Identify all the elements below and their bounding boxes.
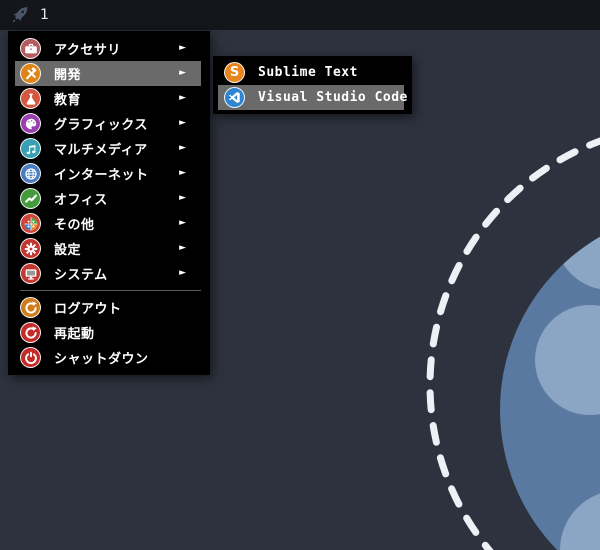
internet-icon xyxy=(20,163,41,184)
submenu-arrow-icon: ► xyxy=(179,68,186,78)
submenu-arrow-icon: ► xyxy=(179,93,186,103)
settings-icon xyxy=(20,238,41,259)
graphics-icon xyxy=(20,113,41,134)
education-icon xyxy=(20,88,41,109)
menu-item-development[interactable]: 開発 ► xyxy=(15,61,201,86)
submenu-arrow-icon: ► xyxy=(179,193,186,203)
top-bar: 1 xyxy=(0,0,600,30)
menu-item-label: アクセサリ xyxy=(54,43,121,58)
development-icon xyxy=(20,63,41,84)
applications-menu: アクセサリ ► 開発 ► 教育 ► グラフィックス ► マルチメディア ► イン… xyxy=(8,31,210,375)
submenu-item-label: Sublime Text xyxy=(258,65,358,80)
other-icon xyxy=(20,213,41,234)
menu-item-label: 開発 xyxy=(54,68,82,83)
submenu-arrow-icon: ► xyxy=(179,218,186,228)
submenu-arrow-icon: ► xyxy=(179,168,186,178)
menu-item-other[interactable]: その他 ► xyxy=(15,211,201,236)
multimedia-icon xyxy=(20,138,41,159)
menu-item-label: 再起動 xyxy=(54,327,95,342)
menu-item-label: その他 xyxy=(54,218,95,233)
submenu-arrow-icon: ► xyxy=(179,118,186,128)
submenu-arrow-icon: ► xyxy=(179,268,186,278)
menu-item-shutdown[interactable]: シャットダウン xyxy=(15,345,201,370)
submenu-arrow-icon: ► xyxy=(179,43,186,53)
menu-item-label: オフィス xyxy=(54,193,108,208)
logout-icon xyxy=(20,297,41,318)
menu-item-internet[interactable]: インターネット ► xyxy=(15,161,201,186)
system-icon xyxy=(20,263,41,284)
submenu-arrow-icon: ► xyxy=(179,143,186,153)
sublime-text-icon: S xyxy=(224,62,245,83)
menu-item-label: システム xyxy=(54,268,108,283)
menu-item-accessories[interactable]: アクセサリ ► xyxy=(15,36,201,61)
menu-item-label: グラフィックス xyxy=(54,118,148,133)
menu-item-graphics[interactable]: グラフィックス ► xyxy=(15,111,201,136)
menu-item-label: 設定 xyxy=(54,243,82,258)
menu-item-label: シャットダウン xyxy=(54,352,149,367)
menu-item-settings[interactable]: 設定 ► xyxy=(15,236,201,261)
menu-item-education[interactable]: 教育 ► xyxy=(15,86,201,111)
submenu-arrow-icon: ► xyxy=(179,243,186,253)
desktop: { "topbar": { "workspace": "1" }, "menu"… xyxy=(0,0,600,550)
accessories-icon xyxy=(20,38,41,59)
menu-item-label: 教育 xyxy=(54,93,82,108)
rocket-icon xyxy=(12,7,28,23)
menu-item-office[interactable]: オフィス ► xyxy=(15,186,201,211)
menu-item-multimedia[interactable]: マルチメディア ► xyxy=(15,136,201,161)
submenu-item-visual-studio-code[interactable]: Visual Studio Code xyxy=(218,85,407,110)
shutdown-icon xyxy=(20,347,41,368)
office-icon xyxy=(20,188,41,209)
workspace-indicator[interactable]: 1 xyxy=(40,7,49,23)
menu-item-restart[interactable]: 再起動 xyxy=(15,320,201,345)
menu-item-label: マルチメディア xyxy=(54,143,148,158)
submenu-item-label: Visual Studio Code xyxy=(258,90,408,105)
development-submenu: S Sublime Text Visual Studio Code xyxy=(213,56,412,114)
menu-item-system[interactable]: システム ► xyxy=(15,261,201,286)
app-launcher-button[interactable] xyxy=(9,4,31,26)
planet-illustration xyxy=(500,210,600,550)
sublime-s-glyph: S xyxy=(229,65,240,80)
submenu-item-sublime-text[interactable]: S Sublime Text xyxy=(218,60,404,85)
menu-item-label: ログアウト xyxy=(54,302,122,317)
vscode-icon xyxy=(224,87,245,108)
menu-item-logout[interactable]: ログアウト xyxy=(15,295,201,320)
menu-item-label: インターネット xyxy=(54,168,149,183)
restart-icon xyxy=(20,322,41,343)
menu-separator xyxy=(20,290,201,291)
